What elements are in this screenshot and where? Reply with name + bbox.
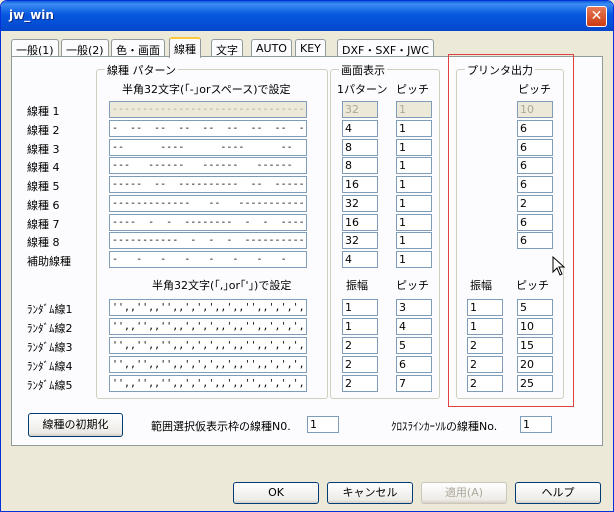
display-random-pitch-input[interactable]: 7: [396, 375, 432, 392]
display-col1-heading: 1パターン: [337, 83, 388, 96]
random-pattern-input[interactable]: '',,'',,'',,',',',,',,'',,',',',: [109, 318, 307, 335]
display-col2-heading: ピッチ: [396, 83, 429, 96]
cross-cursor-input[interactable]: 1: [520, 416, 552, 433]
display-pattern-input[interactable]: 32: [342, 101, 378, 118]
title-bar[interactable]: jw_win ✕: [1, 1, 613, 31]
apply-button[interactable]: 適用(A): [421, 482, 507, 504]
line-pattern-input[interactable]: ------------- -- ------------: [109, 194, 307, 212]
random-pattern-input[interactable]: '',,'',,'',,',',',,',,'',,',',',: [109, 337, 307, 354]
reset-line-types-button[interactable]: 線種の初期化: [28, 413, 123, 437]
tab-general-1[interactable]: 一般(1): [11, 39, 59, 57]
display-pitch-input[interactable]: 1: [396, 101, 432, 118]
display-pitch-input[interactable]: 1: [396, 194, 432, 212]
display-random-pitch-input[interactable]: 6: [396, 356, 432, 373]
cross-cursor-label: ｸﾛｽﾗｲﾝｶｰｿﾙの線種No.: [391, 420, 498, 433]
ok-button[interactable]: OK: [233, 482, 319, 504]
tab-text[interactable]: 文字: [211, 39, 243, 57]
line-type-label: 線種 3: [27, 142, 60, 156]
mouse-cursor-icon: [552, 256, 566, 276]
line-type-label: 線種 5: [27, 180, 60, 193]
display-amp-heading: 振幅: [346, 279, 368, 292]
random-line-label: ﾗﾝﾀﾞﾑ線4: [27, 360, 73, 373]
display-pattern-input[interactable]: 32: [342, 232, 378, 250]
display-pattern-input[interactable]: 16: [342, 213, 378, 231]
display-amplitude-input[interactable]: 1: [342, 299, 378, 316]
line-pattern-input[interactable]: ----- -- ---------- -- -----: [109, 176, 307, 193]
display-amplitude-input[interactable]: 2: [342, 375, 378, 392]
line-type-label: 線種 1: [27, 105, 60, 118]
line-type-label: 線種 6: [27, 198, 60, 212]
window-title: jw_win: [9, 8, 54, 22]
tab-line-type[interactable]: 線種: [169, 37, 201, 58]
random-pattern-input[interactable]: '',,'',,'',,',',',,',,'',,',',',: [109, 356, 307, 373]
display-random-pitch-input[interactable]: 4: [396, 318, 432, 335]
display-pitch-input[interactable]: 1: [396, 119, 432, 137]
dialog-window: jw_win ✕ 一般(1) 一般(2) 色・画面 線種 文字 AUTO KEY…: [0, 0, 614, 512]
line-type-label: 線種 7: [27, 217, 60, 231]
random-line-label: ﾗﾝﾀﾞﾑ線2: [27, 322, 73, 335]
display-pitch-heading-random: ピッチ: [396, 279, 429, 292]
line-pattern-input[interactable]: --------------------------------: [109, 101, 307, 118]
random-line-label: ﾗﾝﾀﾞﾑ線5: [27, 379, 73, 392]
line-type-label: 線種 4: [27, 161, 60, 175]
display-amplitude-input[interactable]: 2: [342, 337, 378, 354]
display-pitch-input[interactable]: 1: [396, 138, 432, 156]
display-pattern-input[interactable]: 4: [342, 119, 378, 137]
cancel-button[interactable]: キャンセル: [327, 482, 413, 504]
display-pitch-input[interactable]: 1: [396, 251, 432, 268]
tab-general-2[interactable]: 一般(2): [61, 39, 109, 57]
display-pitch-input[interactable]: 1: [396, 176, 432, 193]
display-amplitude-input[interactable]: 1: [342, 318, 378, 335]
close-button[interactable]: ✕: [586, 6, 607, 27]
display-random-pitch-input[interactable]: 3: [396, 299, 432, 316]
help-button[interactable]: ヘルプ: [515, 482, 601, 504]
random-pattern-input[interactable]: '',,'',,'',,',',',,',,'',,',',',: [109, 299, 307, 316]
random-line-label: ﾗﾝﾀﾞﾑ線3: [27, 341, 73, 354]
display-pattern-input[interactable]: 32: [342, 194, 378, 212]
range-select-label: 範囲選択仮表示枠の線種N0.: [151, 420, 291, 433]
line-type-label: 線種 8: [27, 236, 60, 250]
line-pattern-input[interactable]: - -- -- -- -- -- -- -- --: [109, 119, 307, 137]
pattern-group-label: 線種 パターン: [105, 62, 178, 78]
display-group-label: 画面表示: [339, 62, 387, 78]
display-pattern-input[interactable]: 8: [342, 138, 378, 156]
pattern-heading-top: 半角32文字(｢-｣orスペース)で設定: [122, 83, 291, 96]
line-pattern-input[interactable]: -- ---- ---- --: [109, 138, 307, 156]
display-pitch-input[interactable]: 1: [396, 213, 432, 231]
line-type-label: 線種 2: [27, 123, 60, 137]
display-pattern-input[interactable]: 8: [342, 157, 378, 175]
line-pattern-input[interactable]: ----------- - - - -----------: [109, 232, 307, 250]
line-pattern-input[interactable]: ---- - - -------- - - ----: [109, 213, 307, 231]
tab-dxf-sxf-jwc[interactable]: DXF・SXF・JWC: [337, 39, 434, 57]
range-select-input[interactable]: 1: [307, 416, 339, 433]
line-type-label: 補助線種: [27, 255, 71, 268]
tab-color-screen[interactable]: 色・画面: [111, 39, 165, 57]
display-random-pitch-input[interactable]: 5: [396, 337, 432, 354]
random-line-label: ﾗﾝﾀﾞﾑ線1: [27, 303, 73, 316]
line-pattern-input[interactable]: --- ------ ------ ------ ---: [109, 157, 307, 175]
printer-output-highlight: [448, 54, 574, 407]
display-pitch-input[interactable]: 1: [396, 157, 432, 175]
display-pattern-input[interactable]: 16: [342, 176, 378, 193]
display-pitch-input[interactable]: 1: [396, 232, 432, 250]
line-pattern-input[interactable]: - - - - - - - -: [109, 251, 307, 268]
tab-auto[interactable]: AUTO: [251, 39, 292, 57]
random-pattern-input[interactable]: '',,'',,'',,',',',,',,'',,',',',: [109, 375, 307, 392]
pattern-heading-bottom: 半角32文字(｢,｣or｢'｣)で設定: [152, 279, 292, 292]
tab-key[interactable]: KEY: [295, 39, 326, 57]
display-pattern-input[interactable]: 4: [342, 251, 378, 268]
display-amplitude-input[interactable]: 2: [342, 356, 378, 373]
